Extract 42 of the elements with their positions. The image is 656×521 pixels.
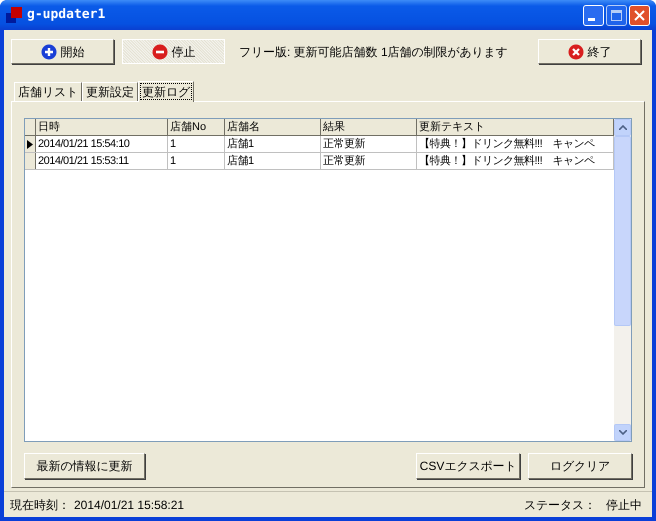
table-cell: 2014/01/21 15:54:10 — [36, 136, 168, 152]
close-button[interactable] — [629, 4, 650, 26]
vertical-scrollbar[interactable] — [614, 119, 631, 441]
app-icon — [6, 6, 23, 24]
table-cell: 1 — [168, 136, 225, 152]
row-indicator[interactable] — [25, 136, 36, 152]
scroll-down-icon — [618, 430, 626, 435]
column-header: 店舗名 — [225, 119, 321, 135]
refresh-button[interactable]: 最新の情報に更新 — [24, 453, 145, 479]
status-label: ステータス： — [524, 496, 596, 514]
stop-button[interactable]: 停止 — [122, 39, 225, 64]
status-value: 停止中 — [606, 496, 642, 514]
csv-export-button[interactable]: CSVエクスポート — [416, 453, 520, 479]
column-header: 結果 — [321, 119, 417, 135]
table-cell: 店舗1 — [225, 153, 321, 169]
minus-icon — [152, 44, 168, 60]
current-row-icon — [27, 140, 33, 148]
table-cell: 正常更新 — [321, 136, 417, 152]
clear-log-button[interactable]: ログクリア — [528, 453, 632, 479]
scroll-up-icon — [618, 125, 626, 130]
close-icon — [634, 10, 645, 20]
exit-button[interactable]: 終了 — [538, 39, 641, 64]
license-notice: フリー版: 更新可能店舗数 1店舗の制限があります — [239, 44, 508, 60]
minimize-icon — [588, 18, 595, 20]
column-header: 店舗No — [168, 119, 225, 135]
start-button[interactable]: 開始 — [11, 39, 114, 64]
table-cell: 2014/01/21 15:53:11 — [36, 153, 168, 169]
plus-icon — [40, 44, 56, 60]
table-cell: 1 — [168, 153, 225, 169]
column-header: 日時 — [36, 119, 168, 135]
current-time: 2014/01/21 15:58:21 — [74, 496, 184, 514]
table-cell: 店舗1 — [225, 136, 321, 152]
close-icon — [568, 44, 584, 60]
tab[interactable]: 店舗リスト — [14, 82, 82, 101]
scroll-thumb[interactable] — [614, 136, 631, 326]
window-title: g-updater1 — [27, 6, 106, 24]
minimize-button[interactable] — [583, 4, 604, 26]
maximize-button[interactable] — [606, 4, 627, 26]
tab[interactable]: 更新ログ — [138, 81, 194, 102]
table-cell: 正常更新 — [321, 153, 417, 169]
maximize-icon — [611, 10, 622, 20]
current-time-label: 現在時刻： — [10, 496, 70, 514]
